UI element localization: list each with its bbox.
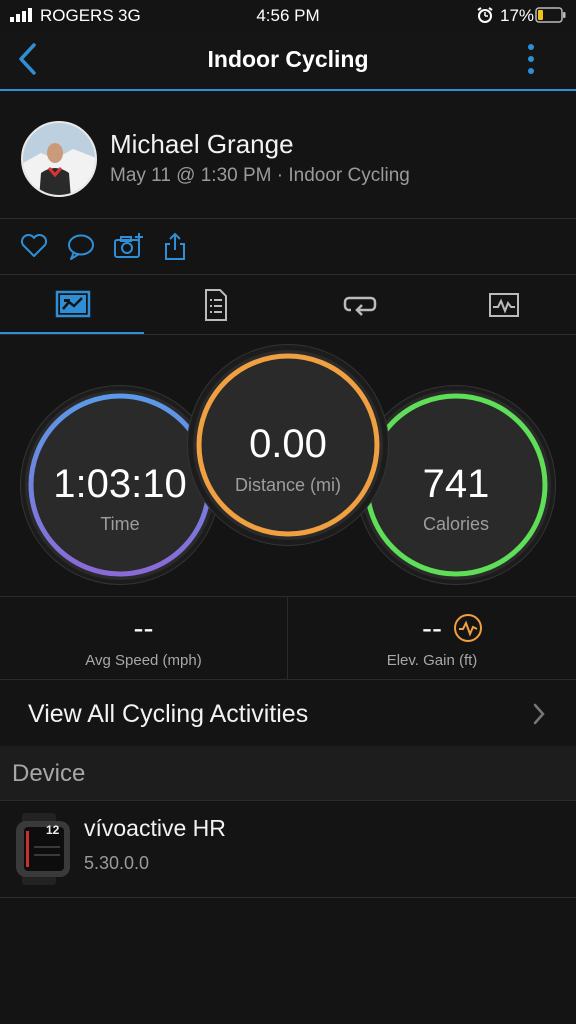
status-bar: ROGERS 3G 4:56 PM 17% — [0, 0, 576, 30]
view-all-cycling-row[interactable]: View All Cycling Activities — [0, 680, 576, 745]
avatar[interactable] — [21, 121, 97, 197]
tab-laps[interactable] — [288, 275, 432, 333]
laps-loop-icon — [343, 296, 377, 316]
battery-icon — [535, 7, 566, 23]
alarm-icon — [477, 7, 493, 23]
device-section-header: Device — [0, 746, 576, 800]
device-version: 5.30.0.0 — [84, 853, 150, 873]
tab-details[interactable] — [144, 275, 288, 333]
battery-percent: 17% — [500, 6, 535, 25]
athlete-name: Michael Grange — [110, 129, 294, 159]
document-list-icon — [205, 289, 227, 321]
add-photo-camera-icon[interactable] — [112, 232, 144, 260]
distance-label: Distance (mi) — [234, 475, 341, 495]
elevation-info-icon[interactable] — [453, 613, 483, 643]
comment-bubble-icon[interactable] — [66, 233, 96, 261]
tab-stats[interactable] — [0, 275, 144, 333]
more-options-icon[interactable] — [524, 42, 538, 76]
elev-gain-value: -- — [422, 612, 442, 645]
distance-value: 0.00 — [249, 422, 327, 466]
device-row[interactable]: 12 vívoactive HR 5.30.0.0 — [0, 801, 576, 897]
activity-meta: May 11 @ 1:30 PM · Indoor Cycling — [110, 165, 410, 186]
page-title: Indoor Cycling — [207, 46, 369, 72]
time-label: Time — [100, 514, 140, 534]
elev-gain-label: Elev. Gain (ft) — [386, 652, 478, 669]
chevron-right-icon — [533, 703, 545, 725]
like-heart-icon[interactable] — [20, 233, 48, 259]
watch-image — [16, 813, 70, 885]
avg-speed-value: -- — [133, 612, 154, 645]
avg-speed-label: Avg Speed (mph) — [85, 652, 202, 669]
view-all-label: View All Cycling Activities — [28, 700, 309, 728]
activity-graph-icon — [489, 293, 519, 317]
device-header-label: Device — [12, 760, 86, 787]
tab-graphs[interactable] — [432, 275, 576, 333]
stats-chart-icon — [55, 290, 91, 318]
device-name: vívoactive HR — [84, 815, 226, 841]
calories-label: Calories — [422, 514, 490, 534]
watch-face-time: 12 — [46, 823, 60, 837]
nav-bar: Indoor Cycling — [0, 30, 576, 91]
share-icon[interactable] — [162, 231, 188, 261]
profile-photo — [23, 123, 95, 195]
